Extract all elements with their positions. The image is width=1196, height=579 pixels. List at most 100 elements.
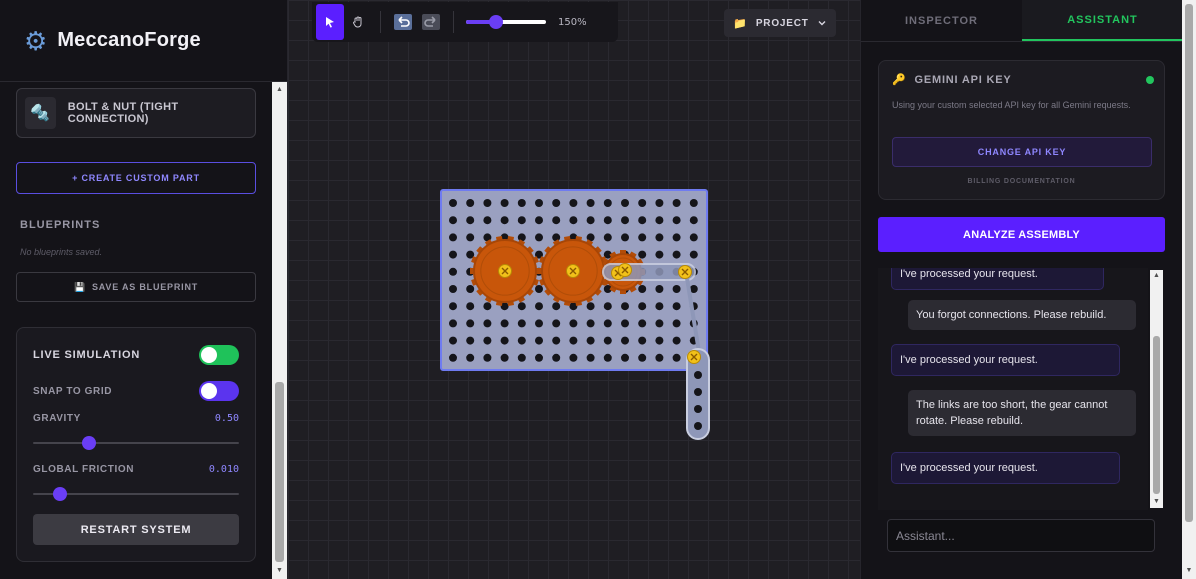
plate-hole: [517, 199, 526, 207]
billing-documentation-link[interactable]: BILLING DOCUMENTATION: [879, 178, 1164, 185]
bolt-connection: [687, 350, 701, 364]
app-root: ⚙ MeccanoForge 🔩 BOLT & NUT (TIGHT CONNE…: [0, 0, 1196, 579]
plate-hole: [466, 302, 475, 311]
plate-hole: [621, 336, 629, 345]
plate-hole: [466, 285, 475, 293]
plate-hole: [621, 199, 629, 207]
plate-hole: [672, 250, 681, 259]
friction-row: GLOBAL FRICTION 0.010: [33, 464, 239, 475]
gravity-slider[interactable]: [33, 436, 239, 450]
scroll-up-icon[interactable]: ▲: [1150, 270, 1163, 282]
simulation-panel: LIVE SIMULATION SNAP TO GRID GRAVITY 0.5…: [16, 327, 256, 562]
slider-track: [33, 442, 239, 444]
panel-tabs: INSPECTOR ASSISTANT: [861, 0, 1183, 42]
plate-hole: [603, 319, 612, 328]
change-api-key-button[interactable]: CHANGE API KEY: [892, 137, 1152, 167]
scrollbar-thumb[interactable]: [275, 382, 284, 562]
plate-hole: [603, 353, 612, 362]
toolbar-divider: [380, 11, 381, 33]
api-key-card: 🔑 GEMINI API KEY Using your custom selec…: [878, 60, 1165, 200]
tab-inspector[interactable]: INSPECTOR: [861, 0, 1022, 41]
slider-thumb[interactable]: [81, 436, 96, 450]
plate-hole: [638, 250, 647, 259]
part-bolt-nut[interactable]: 🔩 BOLT & NUT (TIGHT CONNECTION): [16, 88, 256, 138]
plate-hole: [466, 319, 475, 328]
gravity-row: GRAVITY 0.50: [33, 413, 239, 424]
project-label: PROJECT: [755, 17, 809, 29]
plate-hole: [500, 216, 509, 225]
chat-input[interactable]: [887, 519, 1155, 552]
snap-label: SNAP TO GRID: [33, 385, 113, 397]
plate-hole: [552, 199, 561, 207]
plate-hole: [672, 285, 681, 293]
plate-hole: [603, 199, 612, 207]
scroll-down-icon[interactable]: ▼: [1182, 565, 1196, 577]
plate-hole: [603, 233, 612, 242]
toolbar-divider: [453, 11, 454, 33]
plate-hole: [638, 353, 647, 362]
live-sim-toggle[interactable]: [199, 345, 239, 365]
blueprints-title: BLUEPRINTS: [20, 219, 101, 231]
plate-hole: [586, 353, 595, 362]
chat-message: You forgot connections. Please rebuild.: [908, 300, 1136, 330]
bolt-connection: [678, 265, 692, 279]
plate-hole: [483, 319, 492, 328]
plate-hole: [586, 199, 595, 207]
project-menu-button[interactable]: 📁 PROJECT: [724, 9, 836, 37]
undo-icon[interactable]: [389, 4, 417, 40]
hand-tool-icon[interactable]: [344, 4, 372, 40]
chat-messages: I've processed your request. You forgot …: [878, 268, 1148, 510]
plate-hole: [535, 353, 543, 362]
scrollbar-thumb[interactable]: [1153, 336, 1160, 494]
plate-hole: [621, 353, 629, 362]
scroll-down-icon[interactable]: ▼: [272, 565, 287, 577]
tab-assistant[interactable]: ASSISTANT: [1022, 0, 1183, 41]
create-custom-part-button[interactable]: + CREATE CUSTOM PART: [16, 162, 256, 194]
restart-system-button[interactable]: RESTART SYSTEM: [33, 514, 239, 545]
plate-hole: [500, 336, 509, 345]
plate-hole: [552, 233, 561, 242]
plate-hole: [449, 353, 457, 362]
plate-hole: [621, 319, 629, 328]
assembly-drawing[interactable]: [288, 0, 860, 579]
scrollbar-thumb[interactable]: [1185, 4, 1193, 522]
snap-toggle[interactable]: [199, 381, 239, 401]
plate-hole: [655, 319, 664, 328]
plate-hole: [500, 353, 509, 362]
plate-hole: [552, 336, 561, 345]
toggle-knob: [201, 347, 217, 363]
chat-scrollbar[interactable]: ▲ ▼: [1150, 270, 1163, 508]
brand-header: ⚙ MeccanoForge: [0, 0, 288, 82]
snap-row: SNAP TO GRID: [33, 381, 239, 401]
plate-hole: [569, 319, 578, 328]
plate-hole: [621, 216, 629, 225]
select-tool-icon[interactable]: [316, 4, 344, 40]
no-blueprints-text: No blueprints saved.: [20, 247, 103, 257]
plate-hole: [483, 353, 492, 362]
link-hole: [694, 405, 702, 413]
analyze-assembly-button[interactable]: ANALYZE ASSEMBLY: [878, 217, 1165, 252]
plate-hole: [517, 353, 526, 362]
plate-hole: [449, 319, 457, 328]
right-panel: INSPECTOR ASSISTANT 🔑 GEMINI API KEY Usi…: [860, 0, 1183, 579]
left-scrollbar[interactable]: ▲ ▼: [272, 82, 287, 579]
plate-hole: [535, 233, 543, 242]
plate-hole: [500, 319, 509, 328]
plate-hole: [517, 319, 526, 328]
plate-hole: [586, 336, 595, 345]
friction-slider[interactable]: [33, 487, 239, 501]
scroll-down-icon[interactable]: ▼: [1150, 496, 1163, 508]
page-scrollbar[interactable]: ▼: [1182, 0, 1196, 579]
plate-hole: [569, 353, 578, 362]
assembly-canvas[interactable]: 150% 📁 PROJECT: [288, 0, 860, 579]
zoom-slider[interactable]: [466, 15, 546, 29]
plate-hole: [466, 216, 475, 225]
scroll-up-icon[interactable]: ▲: [272, 84, 287, 96]
zoom-thumb[interactable]: [489, 15, 504, 29]
plate-hole: [517, 233, 526, 242]
slider-thumb[interactable]: [52, 487, 67, 501]
bolt-connection: [618, 263, 632, 277]
redo-icon[interactable]: [417, 4, 445, 40]
save-blueprint-button[interactable]: 💾 SAVE AS BLUEPRINT: [16, 272, 256, 302]
left-sidebar: ⚙ MeccanoForge 🔩 BOLT & NUT (TIGHT CONNE…: [0, 0, 288, 579]
